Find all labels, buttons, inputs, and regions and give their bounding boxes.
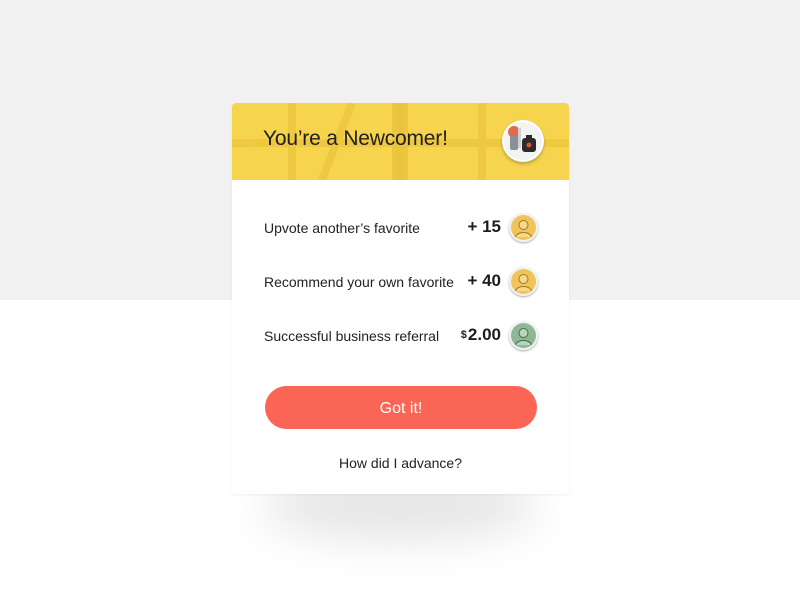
reward-value: + 40 <box>466 271 501 291</box>
reward-row: Upvote another’s favorite + 15 <box>264 213 538 243</box>
cash-coin-icon <box>509 321 538 350</box>
reward-value: + 15 <box>466 217 501 237</box>
got-it-button[interactable]: Got it! <box>265 386 537 429</box>
reward-label: Successful business referral <box>264 328 440 344</box>
reward-value: $2.00 <box>461 325 501 345</box>
reward-amount: 2.00 <box>467 325 501 344</box>
reward-label: Upvote another’s favorite <box>264 220 420 236</box>
reward-amount: + 40 <box>467 271 501 290</box>
gold-coin-icon <box>509 213 538 242</box>
newcomer-card: You’re a Newcomer! Upvote another’s favo… <box>232 103 569 494</box>
gold-coin-icon <box>509 267 538 296</box>
reward-row: Recommend your own favorite + 40 <box>264 267 538 297</box>
reward-amount: + 15 <box>467 217 501 236</box>
how-did-i-advance-link[interactable]: How did I advance? <box>232 455 569 471</box>
reward-row: Successful business referral $2.00 <box>264 321 538 351</box>
reward-currency: $ <box>460 329 467 341</box>
card-title: You’re a Newcomer! <box>263 127 448 150</box>
reward-label: Recommend your own favorite <box>264 274 454 290</box>
card-header: You’re a Newcomer! <box>232 103 569 180</box>
newcomer-badge-icon <box>502 120 544 162</box>
